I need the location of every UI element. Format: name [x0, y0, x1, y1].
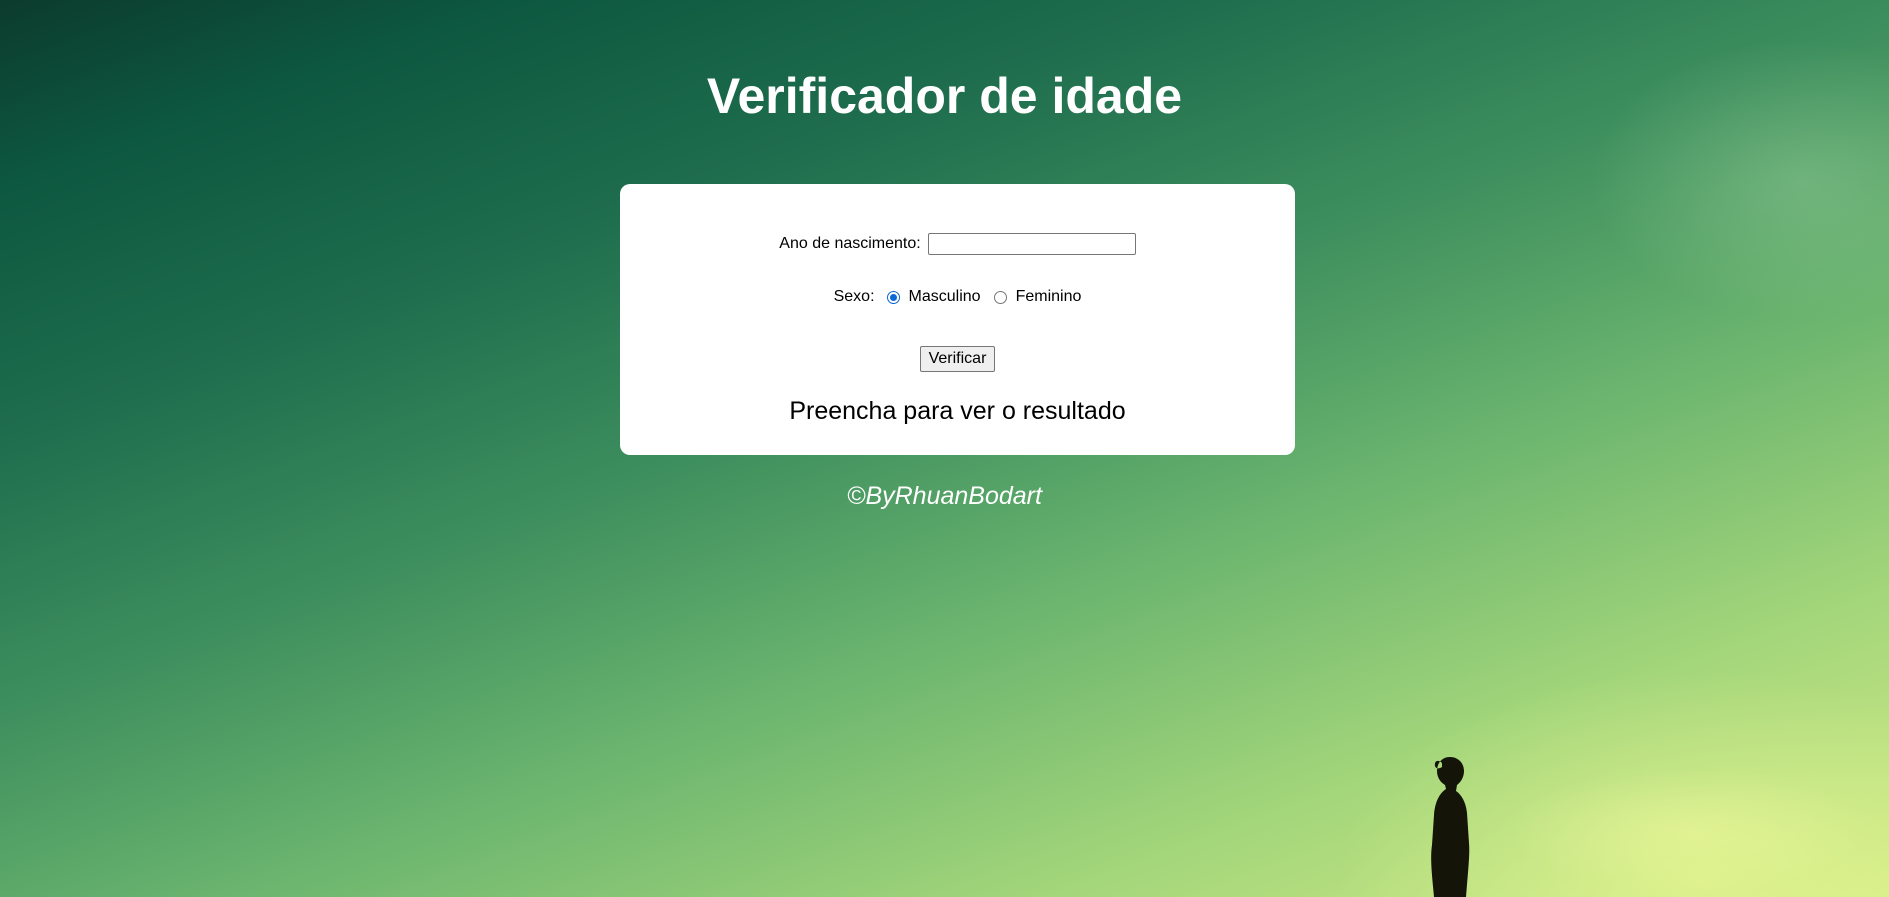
radio-feminino-label[interactable]: Feminino [1016, 288, 1082, 306]
result-row: Preencha para ver o resultado [620, 397, 1295, 426]
verify-button[interactable]: Verificar [919, 346, 996, 372]
page-body: { "page": { "title": "Verificador de ida… [0, 0, 1889, 897]
silhouette-person-icon [1431, 757, 1470, 897]
button-row: Verificar [620, 346, 1295, 372]
sex-row: Sexo: Masculino Feminino [620, 288, 1295, 306]
footer-credit: ©ByRhuanBodart [847, 482, 1042, 510]
radio-masculino[interactable] [886, 290, 900, 304]
radio-masculino-label[interactable]: Masculino [909, 288, 981, 306]
radio-feminino[interactable] [993, 290, 1007, 304]
result-text: Preencha para ver o resultado [789, 397, 1126, 425]
year-input[interactable] [927, 233, 1136, 255]
year-label: Ano de nascimento: [779, 235, 921, 252]
sex-label: Sexo: [833, 288, 875, 305]
year-row: Ano de nascimento: [620, 233, 1295, 255]
page-title: Verificador de idade [706, 68, 1183, 124]
